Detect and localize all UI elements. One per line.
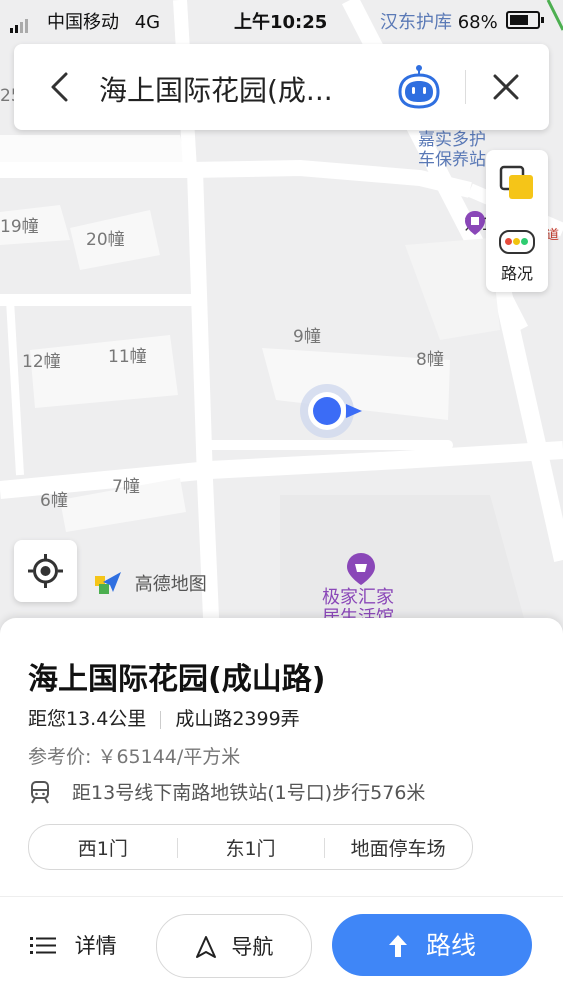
poi-name-line: 极家汇家: [322, 587, 394, 608]
search-divider: [465, 70, 466, 104]
building-label: 20幢: [86, 230, 125, 250]
place-distance: 距您13.4公里: [28, 708, 147, 730]
place-detail-sheet: 海上国际花园(成山路) 距您13.4公里 成山路2399弄 参考价: ￥65144…: [0, 618, 563, 1000]
map-layers-icon[interactable]: [498, 164, 536, 204]
building-label: 6幢: [40, 491, 68, 511]
map-side-controls: 路况: [486, 150, 548, 292]
building-label: 19幢: [0, 217, 39, 237]
clock: 上午10:25: [234, 12, 328, 33]
metro-text: 距13号线下南路地铁站(1号口)步行576米: [72, 782, 426, 804]
building-label: 11幢: [108, 347, 147, 367]
network-type: 4G: [134, 12, 161, 33]
poi-home-store[interactable]: 极家汇家 居生活馆: [322, 587, 394, 621]
details-label: 详情: [74, 934, 117, 958]
details-button[interactable]: 详情: [30, 930, 117, 960]
place-meta: 距您13.4公里 成山路2399弄: [28, 704, 300, 731]
poi-car-service[interactable]: 嘉实多护 车保养站: [418, 130, 486, 170]
brand-name: 高德地图: [134, 574, 207, 595]
navigation-arrow-icon: [195, 936, 216, 958]
carrier: 中国移动 4G: [47, 8, 160, 34]
search-title[interactable]: 海上国际花园(成...: [99, 69, 333, 109]
route-arrow-icon: [389, 935, 408, 957]
building-label: 9幢: [293, 327, 321, 347]
list-icon: [30, 937, 56, 954]
back-arrow-icon[interactable]: [42, 68, 80, 106]
poi-name-line: 嘉实多护: [418, 130, 486, 150]
traffic-toggle[interactable]: 路况: [486, 230, 548, 284]
route-button[interactable]: 路线: [332, 914, 532, 976]
close-icon[interactable]: [487, 68, 525, 106]
battery-icon: [506, 11, 544, 29]
status-overlay-text: 汉东护库: [380, 12, 452, 33]
meta-divider: [160, 710, 162, 729]
traffic-label: 路况: [500, 264, 533, 283]
carrier-name: 中国移动: [47, 12, 119, 33]
building-label: 12幢: [22, 352, 61, 372]
locate-crosshair-icon: [28, 554, 63, 588]
place-price: 参考价: ￥65144/平方米: [28, 746, 241, 768]
navigate-button[interactable]: 导航: [156, 914, 312, 978]
building-label: 7幢: [112, 477, 140, 497]
signal-icon: [10, 12, 30, 33]
metro-icon: [31, 780, 49, 804]
voice-assistant-icon[interactable]: [394, 62, 444, 112]
building-label: 8幢: [416, 350, 444, 370]
place-name: 海上国际花园(成山路): [28, 662, 326, 697]
locate-me-button[interactable]: [14, 540, 77, 602]
traffic-light-icon: [499, 230, 535, 254]
place-metro-info: 距13号线下南路地铁站(1号口)步行576米: [28, 778, 425, 805]
amap-logo-icon: [95, 572, 121, 594]
gate-tab-west1[interactable]: 西1门: [29, 834, 177, 861]
action-bar: 详情 导航 路线: [0, 914, 563, 978]
gate-pin-icon: [465, 211, 485, 235]
gate-tab-parking[interactable]: 地面停车场: [324, 834, 472, 861]
route-label: 路线: [425, 931, 476, 960]
search-bar[interactable]: 海上国际花园(成...: [14, 44, 549, 130]
place-address: 成山路2399弄: [175, 708, 300, 730]
gate-tabs: 西1门 东1门 地面停车场: [28, 824, 473, 870]
navigate-label: 导航: [231, 935, 274, 959]
battery-percent: 68%: [457, 12, 498, 33]
current-location-marker: [300, 384, 362, 438]
status-bar: 中国移动 4G 上午10:25 汉东护库 68%: [0, 0, 563, 36]
status-right: 汉东护库 68%: [380, 8, 498, 34]
poi-name-line: 车保养站: [418, 150, 486, 170]
gate-tab-east1[interactable]: 东1门: [176, 834, 325, 861]
sheet-divider: [0, 896, 563, 897]
brand-watermark: 高德地图: [93, 568, 207, 598]
